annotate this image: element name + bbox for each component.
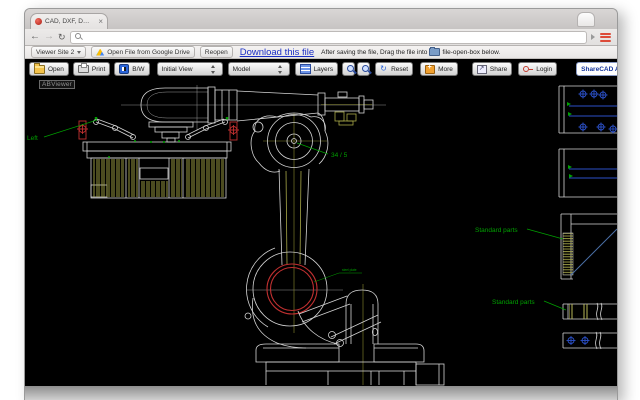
standard-parts-label-b: Standard parts	[492, 299, 535, 306]
left-label: - Left	[25, 135, 38, 142]
layers-button[interactable]: Layers	[295, 62, 339, 76]
viewer-site-button[interactable]: Viewer Site 2	[31, 46, 86, 58]
elbow-label: steel plate	[342, 268, 357, 272]
viewer-toolbar: Open Print B/W Initial View Model Layers	[25, 61, 617, 77]
abviewer-watermark: ABViewer	[39, 80, 75, 89]
folder-icon	[429, 48, 440, 56]
select-arrows-icon	[211, 65, 218, 74]
more-button[interactable]: More	[420, 62, 458, 76]
share-icon	[477, 65, 487, 74]
address-bar[interactable]	[70, 31, 587, 44]
reopen-button[interactable]: Reopen	[200, 46, 233, 58]
ratio-label: 34 / 5	[331, 152, 348, 159]
chevron-right-icon[interactable]	[591, 34, 595, 40]
zoom-out-icon	[362, 65, 371, 74]
layout-select[interactable]: Model	[228, 62, 290, 76]
detail-views	[559, 86, 617, 349]
robot-upper-arm	[141, 87, 373, 142]
share-button[interactable]: Share	[472, 62, 512, 76]
sharecad-api-button[interactable]: ShareCAD API	[576, 62, 617, 76]
standard-parts-label-a: Standard parts	[475, 227, 518, 234]
tab-title: CAD, DXF, DWG Viewer fo	[45, 18, 95, 25]
reload-button[interactable]: ↻	[58, 32, 66, 43]
tab-favicon-icon	[35, 18, 42, 25]
cad-canvas[interactable]: Open Print B/W Initial View Model Layers	[25, 59, 617, 386]
open-folder-icon	[34, 65, 45, 74]
open-button[interactable]: Open	[29, 62, 69, 76]
zoom-out-button[interactable]	[357, 62, 370, 76]
new-tab-button[interactable]	[577, 12, 595, 27]
reset-icon	[380, 65, 388, 73]
drag-hint-text: After saving the file, Drag the file int…	[321, 48, 500, 56]
left-fixture	[77, 117, 239, 198]
view-select[interactable]: Initial View	[157, 62, 223, 76]
reset-button[interactable]: Reset	[375, 62, 413, 76]
shoulder-joint	[251, 113, 328, 172]
tab-strip: CAD, DXF, DWG Viewer fo ×	[25, 9, 617, 29]
google-drive-icon	[96, 49, 104, 56]
browser-tab[interactable]: CAD, DXF, DWG Viewer fo ×	[30, 13, 108, 29]
annotations: - Left 34 / 5 steel plate Standard parts…	[25, 120, 566, 310]
zoom-in-button[interactable]	[342, 62, 355, 76]
cad-drawing[interactable]: - Left 34 / 5 steel plate Standard parts…	[25, 59, 617, 386]
browser-window: CAD, DXF, DWG Viewer fo × ← → ↻ Viewer S…	[24, 8, 618, 400]
window-bottom-shadow	[25, 386, 617, 400]
print-button[interactable]: Print	[73, 62, 110, 76]
zoom-in-icon	[347, 65, 356, 74]
tab-close-icon[interactable]: ×	[98, 18, 103, 26]
action-bar: Viewer Site 2 Open File from Google Driv…	[25, 46, 617, 59]
screenshot: CAD, DXF, DWG Viewer fo × ← → ↻ Viewer S…	[0, 0, 640, 400]
printer-icon	[78, 65, 89, 73]
select-arrows-icon	[278, 65, 285, 74]
forward-button[interactable]: →	[44, 32, 54, 42]
key-icon	[523, 65, 533, 73]
layers-icon	[300, 64, 311, 74]
bw-toggle-button[interactable]: B/W	[114, 62, 149, 76]
back-button[interactable]: ←	[30, 32, 40, 42]
browser-menu-icon[interactable]	[599, 32, 612, 43]
search-icon	[75, 33, 83, 41]
more-icon	[425, 65, 435, 74]
download-file-link[interactable]: Download this file	[240, 47, 314, 58]
black-white-icon	[119, 64, 129, 74]
chevron-down-icon	[77, 51, 81, 54]
navigation-bar: ← → ↻	[25, 29, 617, 46]
open-from-drive-button[interactable]: Open File from Google Drive	[91, 46, 195, 58]
login-button[interactable]: Login	[518, 62, 557, 76]
